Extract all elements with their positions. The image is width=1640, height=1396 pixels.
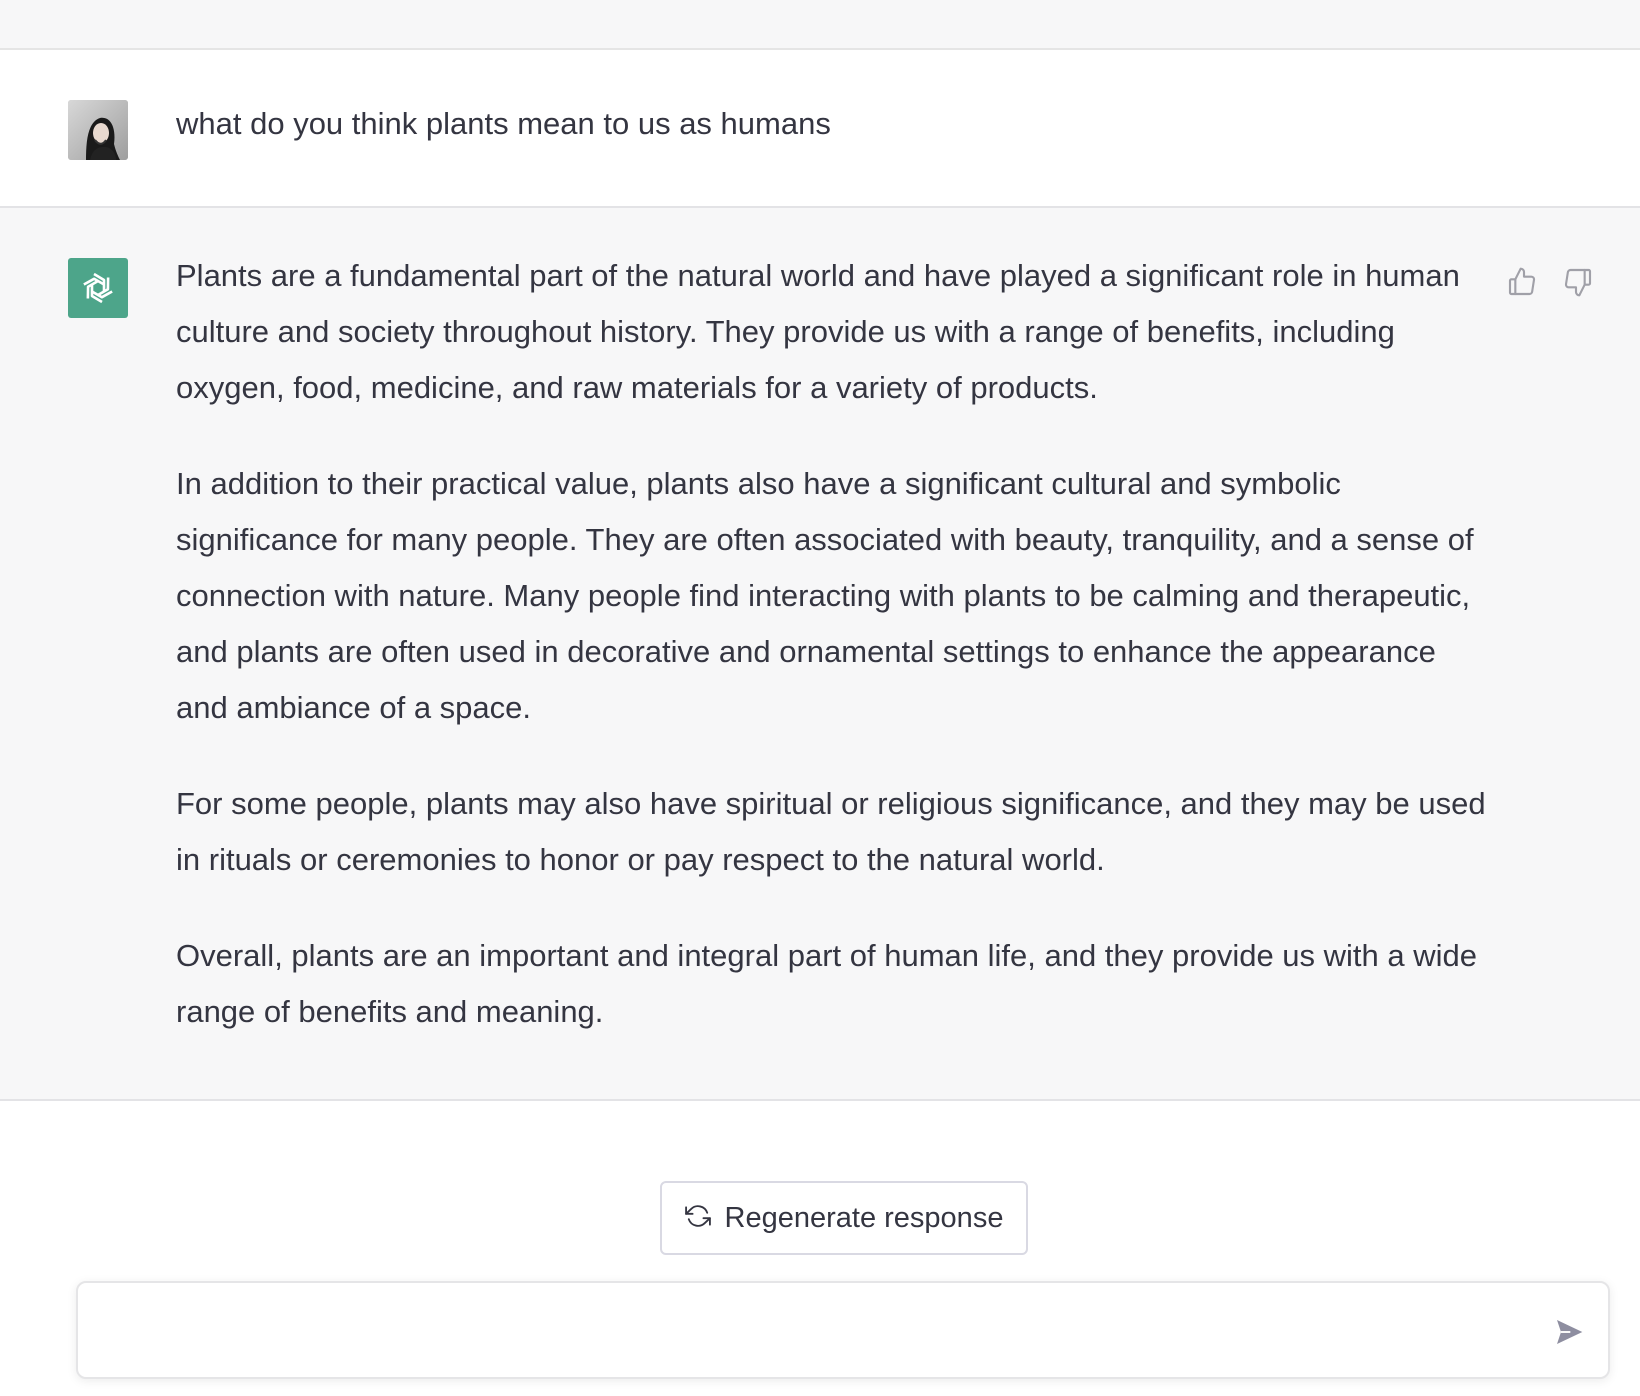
assistant-message-text: Plants are a fundamental part of the nat… xyxy=(176,248,1486,1080)
assistant-paragraph-2: In addition to their practical value, pl… xyxy=(176,466,1474,725)
user-avatar xyxy=(68,100,128,160)
user-message-row: what do you think plants mean to us as h… xyxy=(0,50,1640,208)
refresh-icon xyxy=(684,1203,711,1234)
message-composer xyxy=(76,1281,1610,1379)
regenerate-response-label: Regenerate response xyxy=(724,1201,1004,1234)
top-bar xyxy=(0,0,1640,50)
thumbs-up-icon[interactable] xyxy=(1504,264,1540,300)
assistant-paragraph-3: For some people, plants may also have sp… xyxy=(176,786,1486,877)
message-input[interactable] xyxy=(102,1305,1526,1357)
user-message-text: what do you think plants mean to us as h… xyxy=(176,106,831,141)
send-icon[interactable] xyxy=(1548,1311,1590,1353)
assistant-message-row: Plants are a fundamental part of the nat… xyxy=(0,208,1640,1101)
assistant-paragraph-4: Overall, plants are an important and int… xyxy=(176,938,1478,1029)
thumbs-down-icon[interactable] xyxy=(1560,264,1596,300)
regenerate-response-button[interactable]: Regenerate response xyxy=(660,1181,1028,1255)
assistant-paragraph-1: Plants are a fundamental part of the nat… xyxy=(176,258,1460,405)
openai-logo-icon xyxy=(68,258,128,318)
